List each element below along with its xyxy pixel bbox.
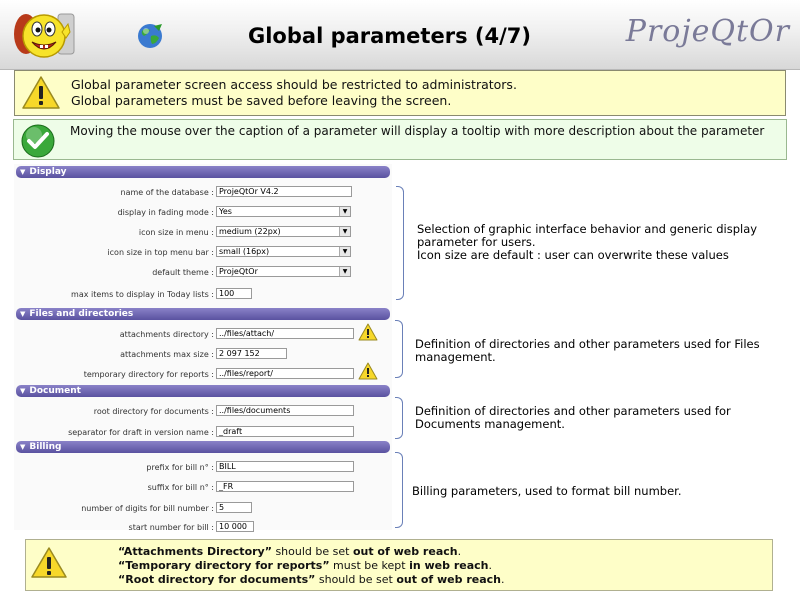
- note-line-2: “Temporary directory for reports” must b…: [118, 559, 492, 572]
- icon-size-topbar-label: icon size in top menu bar :: [107, 248, 214, 257]
- page-title: Global parameters (4/7): [248, 24, 531, 48]
- warning-icon: [31, 547, 67, 578]
- section-header-document[interactable]: ▼ Document: [16, 385, 390, 397]
- warning-icon: [358, 323, 378, 341]
- bill-suffix-input[interactable]: _FR: [216, 481, 354, 492]
- attachments-dir-label: attachments directory :: [119, 330, 214, 339]
- parameters-panel: [14, 164, 392, 530]
- note-box: “Attachments Directory” should be set ou…: [25, 539, 773, 591]
- today-items-input[interactable]: 100: [216, 288, 252, 299]
- display-bracket: [396, 186, 404, 300]
- warning-icon: [22, 76, 60, 109]
- bill-start-label: start number for bill :: [128, 523, 214, 532]
- fading-mode-select[interactable]: Yes ▼: [216, 206, 351, 217]
- db-name-input[interactable]: ProjeQtOr V4.2: [216, 186, 352, 197]
- section-header-display[interactable]: ▼ Display: [16, 166, 390, 178]
- section-header-files[interactable]: ▼ Files and directories: [16, 308, 390, 320]
- root-dir-label: root directory for documents :: [93, 407, 214, 416]
- icon-size-menu-select[interactable]: medium (22px) ▼: [216, 226, 351, 237]
- draft-separator-input[interactable]: _draft: [216, 426, 354, 437]
- attachments-max-label: attachments max size :: [120, 350, 214, 359]
- files-bracket: [395, 320, 403, 378]
- collapse-arrow-icon: ▼: [20, 310, 26, 318]
- attachments-dir-input[interactable]: ../files/attach/: [216, 328, 354, 339]
- files-description: Definition of directories and other para…: [415, 337, 760, 364]
- bill-prefix-input[interactable]: BILL: [216, 461, 354, 472]
- tip-text: Moving the mouse over the caption of a p…: [70, 124, 765, 138]
- smiley-mascot-icon: [14, 13, 75, 58]
- warning-box: Global parameter screen access should be…: [14, 70, 786, 116]
- dropdown-arrow-icon[interactable]: ▼: [339, 267, 350, 276]
- dropdown-arrow-icon[interactable]: ▼: [339, 227, 350, 236]
- collapse-arrow-icon: ▼: [20, 168, 26, 176]
- dropdown-arrow-icon[interactable]: ▼: [339, 247, 350, 256]
- fading-mode-label: display in fading mode :: [117, 208, 214, 217]
- draft-separator-label: separator for draft in version name :: [68, 428, 214, 437]
- warning-icon: [358, 362, 378, 380]
- collapse-arrow-icon: ▼: [20, 443, 26, 451]
- bill-digits-label: number of digits for bill number :: [81, 504, 214, 513]
- root-dir-input[interactable]: ../files/documents: [216, 405, 354, 416]
- section-header-billing[interactable]: ▼ Billing: [16, 441, 390, 453]
- temp-dir-label: temporary directory for reports :: [83, 370, 214, 379]
- header-bar: Global parameters (4/7) ProjeQtOr: [0, 0, 800, 70]
- brand-logo-text: ProjeQtOr: [625, 14, 790, 49]
- bill-start-input[interactable]: 10 000: [216, 521, 254, 532]
- globe-icon[interactable]: [136, 22, 164, 50]
- default-theme-select[interactable]: ProjeQtOr ▼: [216, 266, 351, 277]
- bill-digits-input[interactable]: 5: [216, 502, 252, 513]
- document-bracket: [395, 397, 403, 439]
- display-description: Selection of graphic interface behavior …: [417, 222, 758, 262]
- today-items-label: max items to display in Today lists :: [71, 290, 214, 299]
- icon-size-menu-label: icon size in menu :: [138, 228, 214, 237]
- attachments-max-input[interactable]: 2 097 152: [216, 348, 287, 359]
- bill-suffix-label: suffix for bill n° :: [147, 483, 214, 492]
- default-theme-label: default theme :: [152, 268, 214, 277]
- warning-line-1: Global parameter screen access should be…: [71, 77, 517, 92]
- checkmark-icon: [21, 124, 55, 158]
- temp-dir-input[interactable]: ../files/report/: [216, 368, 354, 379]
- dropdown-arrow-icon[interactable]: ▼: [339, 207, 350, 216]
- billing-bracket: [395, 452, 403, 528]
- billing-description: Billing parameters, used to format bill …: [412, 484, 682, 498]
- db-name-label: name of the database :: [120, 188, 214, 197]
- bill-prefix-label: prefix for bill n° :: [146, 463, 214, 472]
- document-description: Definition of directories and other para…: [415, 404, 731, 431]
- icon-size-topbar-select[interactable]: small (16px) ▼: [216, 246, 351, 257]
- tip-box: Moving the mouse over the caption of a p…: [13, 119, 787, 160]
- warning-line-2: Global parameters must be saved before l…: [71, 93, 452, 108]
- collapse-arrow-icon: ▼: [20, 387, 26, 395]
- note-line-3: “Root directory for documents” should be…: [118, 573, 505, 586]
- note-line-1: “Attachments Directory” should be set ou…: [118, 545, 462, 558]
